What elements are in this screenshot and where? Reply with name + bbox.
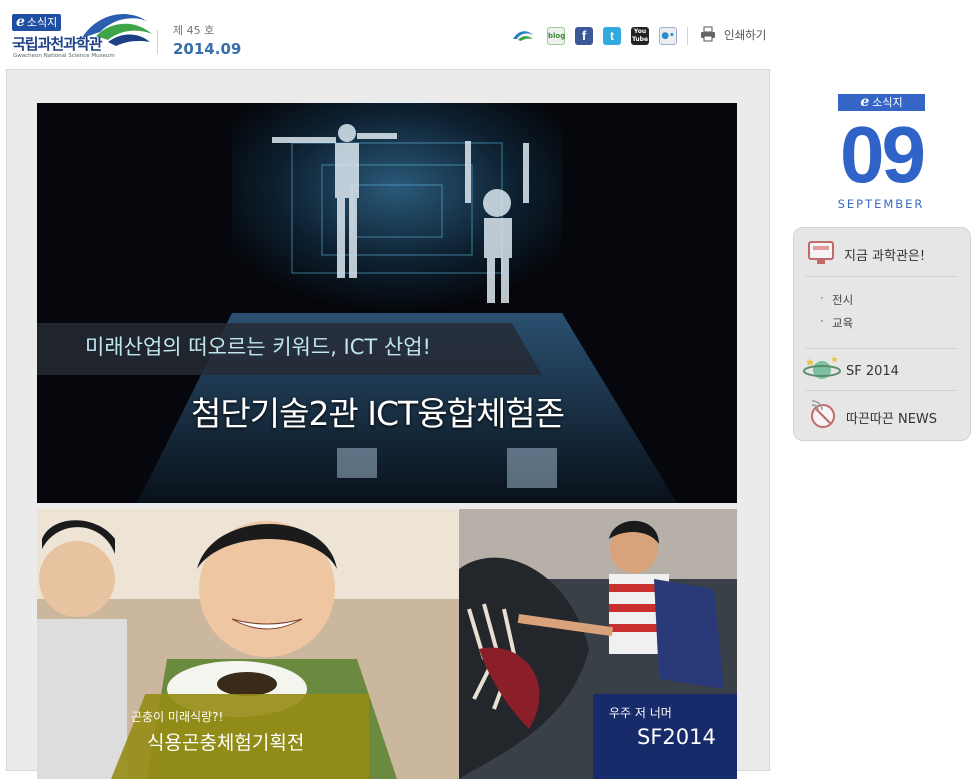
- issue-month-number: 09: [840, 110, 926, 199]
- sidebar-item-exhibition[interactable]: 전시: [820, 291, 853, 308]
- hero-banner[interactable]: 미래산업의 떠오르는 키워드, ICT 산업! 첨단기술2관 ICT융합체험존: [37, 103, 737, 503]
- sidebar-menu-title[interactable]: 지금 과학관은!: [844, 245, 925, 264]
- hero-subtitle: 미래산업의 떠오르는 키워드, ICT 산업!: [85, 335, 431, 359]
- sidebar-menu-panel: 지금 과학관은! 전시 교육 SF 2014 따끈따끈 NEWS: [793, 227, 971, 441]
- flickr-icon[interactable]: ●•: [659, 27, 677, 45]
- museum-logo[interactable]: e 소식지 국립과천과학관 Gwacheon National Science M…: [12, 8, 152, 60]
- divider: [806, 276, 956, 277]
- twitter-icon[interactable]: t: [603, 27, 621, 45]
- hero-image: [37, 103, 737, 503]
- card-edible-insects[interactable]: 곤충이 미래식량?! 식용곤충체험기획전: [37, 509, 459, 779]
- museum-name: 국립과천과학관: [12, 35, 103, 53]
- enewsletter-badge: e 소식지: [838, 94, 925, 111]
- divider: [687, 27, 688, 45]
- header: e 소식지 국립과천과학관 Gwacheon National Science M…: [0, 0, 980, 68]
- divider: [806, 390, 956, 391]
- enewsletter-badge: e 소식지: [12, 14, 62, 31]
- card-small-title: 우주 저 너머: [609, 706, 672, 720]
- sidebar-item-news[interactable]: 따끈따끈 NEWS: [846, 408, 937, 427]
- issue-number: 제 45 호: [173, 24, 215, 37]
- card-title: 식용곤충체험기획전: [147, 732, 305, 754]
- planet-icon: [803, 356, 841, 379]
- divider: [157, 30, 158, 54]
- divider: [806, 348, 956, 349]
- issue-month-name: SEPTEMBER: [837, 197, 925, 211]
- satellite-dish-icon: [811, 400, 835, 428]
- youtube-icon[interactable]: You Tube: [631, 27, 649, 45]
- blog-icon[interactable]: blog: [547, 27, 565, 45]
- sidebar-item-education[interactable]: 교육: [820, 314, 853, 331]
- card-sf2014[interactable]: 우주 저 너머 SF2014: [459, 509, 737, 779]
- sidebar-item-sf2014[interactable]: SF 2014: [846, 364, 899, 379]
- card-small-title: 곤충이 미래식량?!: [131, 710, 224, 724]
- issue-date: 2014.09: [173, 40, 242, 58]
- facebook-icon[interactable]: f: [575, 27, 593, 45]
- printer-icon: [701, 26, 715, 42]
- museum-name-en: Gwacheon National Science Museum: [13, 53, 115, 59]
- print-label: 인쇄하기: [724, 28, 767, 42]
- monitor-icon: [808, 241, 834, 264]
- hero-title: 첨단기술2관 ICT융합체험존: [191, 394, 565, 433]
- print-button[interactable]: 인쇄하기: [700, 25, 774, 45]
- issue-info: 제 45 호 2014.09: [173, 22, 241, 58]
- main-content: 미래산업의 떠오르는 키워드, ICT 산업! 첨단기술2관 ICT융합체험존 …: [6, 69, 770, 779]
- museum-icon[interactable]: [512, 27, 533, 45]
- card-title: SF2014: [637, 725, 716, 749]
